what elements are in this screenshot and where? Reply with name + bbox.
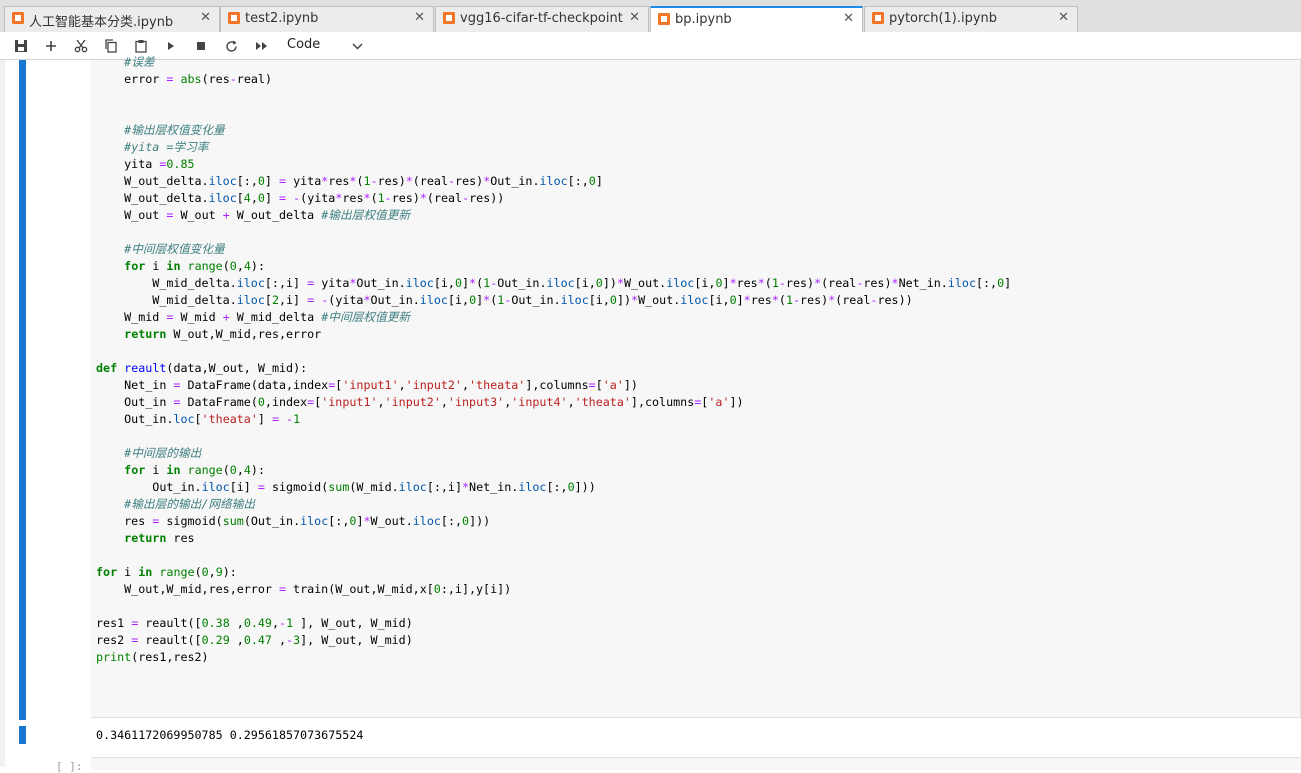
code-line: res2 = reault([0.29 ,0.47 ,-3], W_out, W…: [96, 633, 413, 647]
copy-icon[interactable]: [101, 36, 121, 56]
tab-label: pytorch(1).ipynb: [889, 11, 998, 26]
code-line: return W_out,W_mid,res,error: [124, 327, 322, 341]
code-line: res = sigmoid(sum(Out_in.iloc[:,0]*W_out…: [96, 514, 491, 528]
tab-4[interactable]: bp.ipynb ✕: [650, 6, 863, 33]
run-icon[interactable]: [161, 36, 181, 56]
code-line: Out_in.iloc[i] = sigmoid(sum(W_mid.iloc[…: [96, 480, 596, 494]
code-line: return res: [124, 531, 195, 545]
output-text: 0.3461172069950785 0.29561857073675524: [96, 728, 364, 742]
code-line: #输出层权值变化量: [124, 123, 225, 137]
code-line: print(res1,res2): [96, 650, 209, 664]
notebook-icon: [228, 12, 240, 24]
save-icon[interactable]: [11, 36, 31, 56]
notebook-icon: [443, 12, 455, 24]
tab-3[interactable]: vgg16-cifar-tf-checkpoint.ipy ✕: [435, 6, 649, 32]
code-line: for i in range(0,4):: [124, 259, 265, 273]
add-icon[interactable]: [41, 36, 61, 56]
run-all-icon[interactable]: [251, 36, 271, 56]
code-line: def reault(data,W_out, W_mid):: [96, 361, 308, 375]
tab-label: vgg16-cifar-tf-checkpoint.ipy: [460, 11, 624, 26]
code-line: W_out = W_out + W_out_delta #输出层权值更新: [96, 208, 411, 222]
code-line: Out_in.loc['theata'] = -1: [96, 412, 301, 426]
notebook-icon: [872, 12, 884, 24]
code-line: #误差: [124, 55, 155, 69]
tab-5[interactable]: pytorch(1).ipynb ✕: [864, 6, 1078, 32]
stop-icon[interactable]: [191, 36, 211, 56]
code-editor[interactable]: #误差 error = abs(res-real) #输出层权值变化量 #yit…: [96, 54, 1011, 666]
code-line: #yita =学习率: [124, 140, 209, 154]
code-cell-output: 0.3461172069950785 0.29561857073675524: [91, 722, 1301, 752]
notebook-icon: [12, 12, 24, 24]
close-icon[interactable]: ✕: [843, 11, 854, 26]
notebook-icon: [658, 13, 670, 25]
output-collapser[interactable]: [19, 726, 26, 744]
close-icon[interactable]: ✕: [200, 10, 211, 25]
cut-icon[interactable]: [71, 36, 91, 56]
code-line: W_out_delta.iloc[:,0] = yita*res*(1-res)…: [96, 174, 603, 188]
code-line: for i in range(0,9):: [96, 565, 237, 579]
tab-label: 人工智能基本分类.ipynb: [29, 15, 174, 30]
code-line: #输出层的输出/网络输出: [124, 497, 256, 511]
tab-bar: 人工智能基本分类.ipynb ✕ test2.ipynb ✕ vgg16-cifar-t…: [0, 0, 1301, 33]
close-icon[interactable]: ✕: [1058, 10, 1069, 25]
code-line: #中间层的输出: [124, 446, 202, 460]
code-line: W_out,W_mid,res,error = train(W_out,W_mi…: [96, 582, 512, 596]
tab-label: bp.ipynb: [675, 12, 732, 27]
code-line: W_mid = W_mid + W_mid_delta #中间层权值更新: [96, 310, 411, 324]
close-icon[interactable]: ✕: [629, 10, 640, 25]
tab-2[interactable]: test2.ipynb ✕: [220, 6, 434, 32]
paste-icon[interactable]: [131, 36, 151, 56]
code-line: error = abs(res-real): [96, 72, 272, 86]
code-line: #中间层权值变化量: [124, 242, 225, 256]
code-line: Net_in = DataFrame(data,index=['input1',…: [96, 378, 638, 392]
cell-type-label: Code: [287, 37, 321, 52]
code-line: yita =0.85: [96, 157, 195, 171]
tab-1[interactable]: 人工智能基本分类.ipynb ✕: [4, 6, 220, 32]
close-icon[interactable]: ✕: [414, 10, 425, 25]
code-line: W_mid_delta.iloc[:,i] = yita*Out_in.iloc…: [96, 276, 1012, 290]
left-gutter: [0, 60, 5, 767]
code-line: W_mid_delta.iloc[2,i] = -(yita*Out_in.il…: [96, 293, 913, 307]
code-line: for i in range(0,4):: [124, 463, 265, 477]
code-line: res1 = reault([0.38 ,0.49,-1 ], W_out, W…: [96, 616, 413, 630]
notebook-panel: #误差 error = abs(res-real) #输出层权值变化量 #yit…: [0, 55, 1301, 773]
tab-label: test2.ipynb: [245, 11, 319, 26]
input-collapser[interactable]: [19, 60, 26, 720]
code-line: W_out_delta.iloc[4,0] = -(yita*res*(1-re…: [96, 191, 505, 205]
next-code-cell[interactable]: [91, 757, 1301, 770]
code-line: Out_in = DataFrame(0,index=['input1','in…: [96, 395, 744, 409]
restart-icon[interactable]: [221, 36, 241, 56]
